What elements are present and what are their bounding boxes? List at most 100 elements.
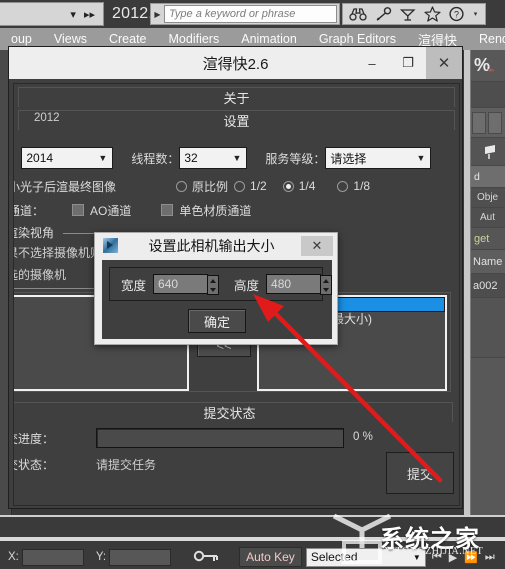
- height-label: 高度: [234, 278, 260, 293]
- star-icon[interactable]: [422, 5, 443, 23]
- key-icon[interactable]: [193, 549, 219, 566]
- service-level-value: 请选择: [330, 151, 367, 166]
- checkbox-icon: [72, 204, 85, 216]
- settings-row-version: : 2014 ▼ 线程数： 32 ▼ 服务等级： 请选择 ▼: [14, 146, 459, 170]
- menu-item-rendering[interactable]: Rend: [468, 28, 505, 50]
- panel-icon-b[interactable]: [488, 111, 502, 134]
- modal-title-bar[interactable]: 设置此相机输出大小 ✕: [95, 233, 337, 258]
- modal-close-button[interactable]: ✕: [301, 236, 333, 256]
- help-dropdown-icon[interactable]: ▾: [471, 10, 480, 18]
- quick-access-toolbar[interactable]: ▾ ▸▸: [0, 2, 104, 26]
- radio-quarter-label: 1/4: [298, 179, 316, 193]
- height-spinner-arrows[interactable]: [320, 275, 333, 295]
- x-coordinate-label: X:: [8, 551, 19, 563]
- radio-half-label: 1/2: [250, 179, 267, 193]
- radio-icon: [234, 180, 246, 192]
- radio-icon-selected: [282, 180, 294, 192]
- object-label: Obje: [471, 188, 505, 208]
- checkbox-ao-channel[interactable]: AO通道: [72, 202, 131, 219]
- chevron-down-icon[interactable]: ▾: [70, 8, 76, 21]
- status-value: 请提交任务: [96, 458, 157, 472]
- maximize-button[interactable]: ❐: [390, 47, 426, 79]
- close-button[interactable]: ✕: [426, 47, 462, 79]
- submit-button[interactable]: 提交: [386, 452, 454, 494]
- status-label: 交状态：: [14, 458, 55, 472]
- height-value: 480: [271, 277, 292, 291]
- panel-spacer-2: [471, 298, 505, 358]
- group-submit-status: 提交状态: [14, 402, 453, 422]
- size-fields-frame: 宽度 640 高度 480: [109, 267, 333, 301]
- dialog-title: 渲得快2.6: [202, 55, 269, 73]
- width-value: 640: [158, 277, 179, 291]
- magnet-icon: ⌁: [487, 61, 495, 77]
- settings-row-channels: 通道： AO通道 单色材质通道: [14, 200, 459, 220]
- service-level-label: 服务等级：: [265, 151, 326, 166]
- spinner-down-icon[interactable]: [210, 287, 217, 292]
- double-chevron-right-icon[interactable]: ▸▸: [84, 8, 95, 21]
- window-buttons: – ❐ ✕: [354, 47, 462, 79]
- light-icon[interactable]: [471, 138, 505, 166]
- threads-select-value: 32: [184, 151, 198, 165]
- spinner-down-icon[interactable]: [323, 287, 330, 292]
- wrench-icon[interactable]: [373, 5, 394, 23]
- checkbox-icon: [161, 204, 174, 216]
- name-field-label: Name: [471, 250, 505, 274]
- command-panel-rows: % ⌁ d Obje Aut get Name a002: [471, 50, 505, 515]
- command-panel-scrollbar[interactable]: [464, 50, 471, 515]
- modal-title: 设置此相机输出大小: [148, 237, 275, 254]
- max-toolbar-icons: ? ▾: [342, 3, 486, 25]
- auto-key-button[interactable]: Auto Key: [239, 547, 302, 567]
- ok-button[interactable]: 确定: [188, 309, 246, 333]
- app-icon: [103, 238, 118, 253]
- width-label: 宽度: [121, 278, 147, 293]
- about-version-value: 2012: [34, 112, 60, 124]
- search-bar[interactable]: ▶ Type a keyword or phrase: [150, 3, 340, 25]
- height-stepper[interactable]: 480: [266, 274, 333, 295]
- max-title-bar: ▾ ▸▸ 2012.max ▶ Type a keyword or phrase: [0, 0, 505, 28]
- threads-select[interactable]: 32 ▼: [179, 147, 248, 169]
- width-stepper[interactable]: 640: [153, 274, 220, 295]
- photon-label: 小光子后渲最终图像: [13, 179, 117, 194]
- svg-text:?: ?: [454, 10, 459, 20]
- search-input[interactable]: Type a keyword or phrase: [164, 5, 337, 23]
- chevron-down-icon: ▼: [98, 153, 108, 163]
- radio-quarter-scale[interactable]: 1/4: [282, 179, 316, 193]
- chevron-down-icon: ▼: [416, 153, 426, 163]
- threads-label: 线程数：: [131, 151, 180, 166]
- width-spinner-arrows[interactable]: [207, 275, 220, 295]
- version-select-value: 2014: [26, 151, 54, 165]
- search-placeholder: Type a keyword or phrase: [169, 8, 296, 20]
- help-icon[interactable]: ?: [447, 5, 468, 23]
- radio-icon: [337, 180, 349, 192]
- binoculars-icon[interactable]: [348, 5, 369, 23]
- panel-icon-a[interactable]: [472, 111, 486, 134]
- spinner-up-icon[interactable]: [210, 278, 217, 283]
- service-level-select[interactable]: 请选择 ▼: [325, 147, 432, 169]
- radio-eighth-label: 1/8: [353, 179, 371, 193]
- panel-icon-row: [471, 108, 505, 138]
- ao-channel-label: AO通道: [90, 203, 132, 218]
- watermark-subtext: XITONGZHIJIA.NET: [384, 546, 484, 557]
- radio-original-scale[interactable]: 原比例: [176, 178, 228, 195]
- spinner-up-icon[interactable]: [323, 278, 330, 283]
- checkbox-mono-channel[interactable]: 单色材质通道: [161, 202, 251, 219]
- name-field-value[interactable]: a002: [471, 274, 505, 298]
- search-dropdown-icon[interactable]: ▶: [151, 4, 164, 24]
- percent-snap-toggle[interactable]: % ⌁: [471, 50, 505, 82]
- radio-half-scale[interactable]: 1/2: [234, 179, 267, 193]
- y-coordinate-input[interactable]: [109, 548, 172, 566]
- dialog-title-bar[interactable]: 渲得快2.6 – ❐ ✕: [9, 47, 462, 79]
- version-select[interactable]: 2014 ▼: [21, 147, 114, 169]
- x-coordinate-input[interactable]: [21, 548, 84, 566]
- minimize-button[interactable]: –: [354, 47, 390, 79]
- radio-icon: [176, 180, 188, 192]
- y-coordinate-label: Y:: [95, 551, 107, 563]
- radio-eighth-scale[interactable]: 1/8: [337, 179, 370, 193]
- radio-original-label: 原比例: [192, 179, 229, 194]
- panel-d-label: d: [471, 166, 505, 188]
- channel-label: 通道：: [14, 203, 45, 218]
- progress-percent: 0 %: [353, 431, 373, 443]
- panel-spacer-1: [471, 82, 505, 108]
- chevron-down-icon: ▼: [232, 153, 242, 163]
- satellite-dish-icon[interactable]: [397, 5, 418, 23]
